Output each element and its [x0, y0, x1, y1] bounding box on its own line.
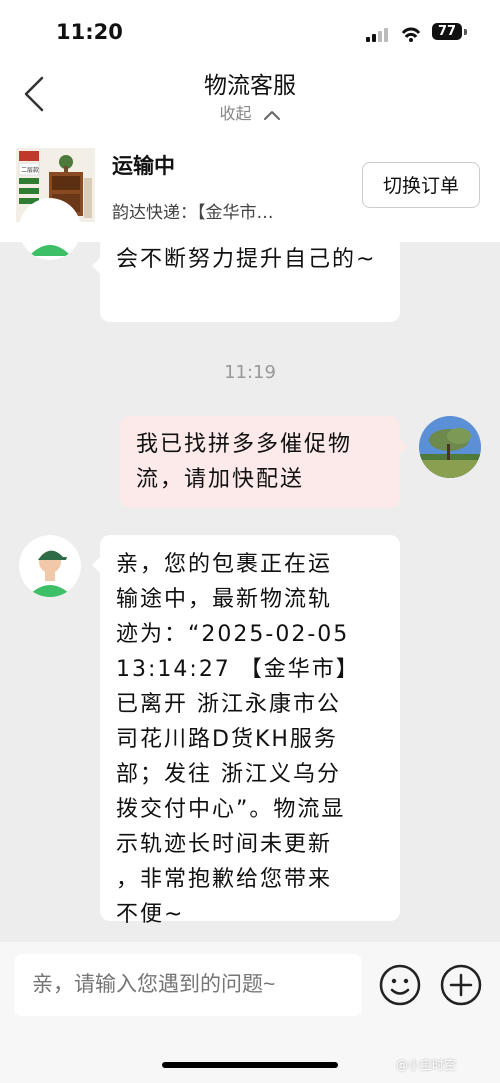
battery-tip — [464, 29, 467, 35]
reply-line: 部；发往 浙江义乌分 — [116, 762, 341, 787]
agent-avatar — [19, 535, 81, 597]
watermark: @小宝时空 — [396, 1058, 457, 1072]
agent-reply-message: 亲，您的包裹正在运 输途中，最新物流轨 迹为：“2025-02-05 13:14… — [92, 535, 400, 927]
reply-line: 拨交付中心”。物流显 — [116, 797, 346, 822]
order-status: 运输中 — [112, 154, 175, 178]
reply-line: 已离开 浙江永康市公 — [116, 692, 341, 717]
shipping-info: 韵达快递：【金华市… — [112, 203, 274, 223]
nav-bar: 物流客服 收起 — [0, 62, 500, 136]
reply-line: 示轨迹长时间未更新 — [116, 832, 333, 857]
thumb-label: 二层款 — [21, 166, 39, 174]
agent-message-partial: 会不断努力提升自己的~ — [92, 236, 400, 322]
battery-icon: 77 — [432, 23, 462, 40]
reply-line: 不便~ — [116, 902, 185, 927]
plus-icon[interactable] — [440, 964, 482, 1006]
reply-line: 迹为：“2025-02-05 — [116, 622, 350, 647]
status-time: 11:20 — [56, 20, 123, 44]
reply-line: 司花川路D货KH服务 — [116, 727, 338, 752]
home-indicator — [162, 1062, 338, 1068]
page-title: 物流客服 — [204, 73, 296, 99]
reply-line: 亲，您的包裹正在运 — [116, 552, 333, 577]
agent-avatar — [19, 198, 81, 260]
user-message: 我已找拼多多催促物流，请加快配送 — [120, 416, 408, 508]
collapse-toggle[interactable]: 收起 — [0, 100, 500, 124]
signal-icon — [366, 26, 392, 42]
message-input[interactable] — [14, 954, 362, 1016]
reply-line: 输途中，最新物流轨 — [116, 587, 333, 612]
status-bar: 11:20 77 — [0, 0, 500, 62]
reply-line: 13:14:27 【金华市】 — [116, 657, 360, 682]
chevron-up-icon — [263, 110, 280, 120]
switch-order-button[interactable]: 切换订单 — [362, 162, 480, 208]
wifi-icon — [401, 27, 421, 42]
user-avatar[interactable] — [419, 416, 481, 478]
message-timestamp: 11:19 — [224, 362, 276, 383]
emoji-icon[interactable] — [379, 964, 421, 1006]
reply-line: ，非常抱歉给您带来 — [116, 867, 333, 892]
collapse-label: 收起 — [219, 104, 252, 123]
